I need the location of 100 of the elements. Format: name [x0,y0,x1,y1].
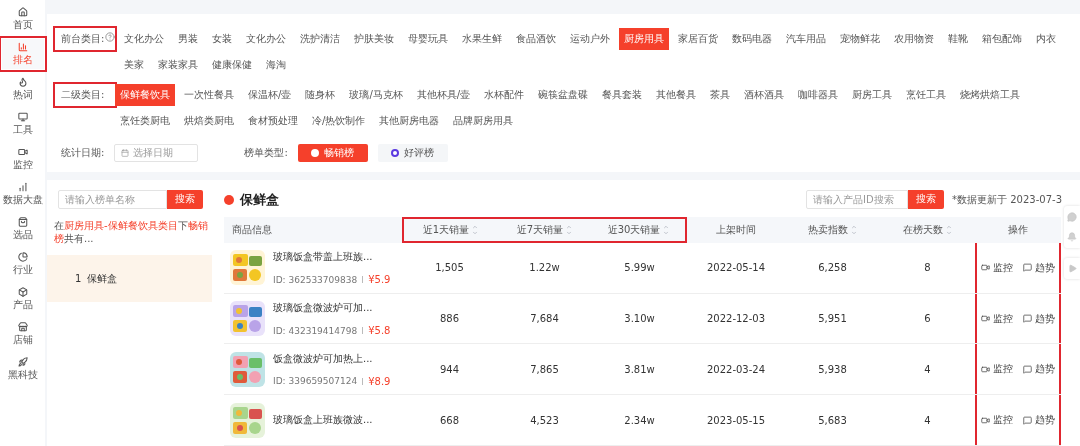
category-chip[interactable]: 厨房用具 [619,28,669,50]
category-chip[interactable]: 冷/热饮制作 [307,110,371,132]
category-chip[interactable]: 茶具 [705,84,736,106]
sort-icon[interactable] [851,224,857,237]
category-chip[interactable]: 碗筷盆盘碟 [533,84,594,106]
category-chip[interactable]: 其他杯具/壶 [411,84,476,106]
category-chip[interactable]: 文化办公 [241,28,291,50]
table-cell-text: 6 [923,313,932,325]
monitor-link[interactable]: 监控 [981,260,1013,275]
category-chip[interactable]: 保温杯/壶 [243,84,297,106]
category-chip[interactable]: 鞋靴 [943,28,973,50]
product-title[interactable]: 玻璃饭盒上班族微波... [273,413,373,428]
product-title[interactable]: 饭盒微波炉可加热上... [273,351,391,366]
sidebar-label: 排名 [12,54,33,66]
help-icon[interactable] [105,32,115,42]
category-chip[interactable]: 男装 [173,28,203,50]
category-chip[interactable]: 咖啡器具 [793,84,844,106]
category-chip[interactable]: 烹饪类厨电 [115,110,175,132]
category-chip[interactable]: 家装家具 [153,54,203,76]
sidebar-label: 店铺 [12,334,33,346]
category-chip[interactable]: 健康保健 [207,54,257,76]
monitor-link[interactable]: 监控 [981,413,1013,428]
table-cell-text: 5,683 [817,414,848,426]
trend-link[interactable]: 趋势 [1023,260,1055,275]
sort-icon[interactable] [946,224,952,237]
search-button[interactable]: 搜索 [167,190,203,209]
category-chip[interactable]: 烧烤烘焙工具 [955,84,1026,106]
category-chip[interactable]: 酒杯酒具 [739,84,790,106]
sidebar-item[interactable]: 数据大盘 [1,179,44,209]
category-chip[interactable]: 女装 [207,28,237,50]
category-chip[interactable]: 餐具套装 [597,84,648,106]
category-chip[interactable]: 其他厨房电器 [374,110,445,132]
ranking-list-item[interactable]: 1 保鲜盒 [47,255,212,302]
sidebar-label: 数据大盘 [2,194,43,206]
category-chip[interactable]: 洗护清洁 [295,28,345,50]
category-chip[interactable]: 厨房工具 [847,84,898,106]
category-chip[interactable]: 烹饪工具 [901,84,952,106]
trend-link[interactable]: 趋势 [1023,362,1055,377]
category-chip[interactable]: 数码电器 [727,28,777,50]
category-chip[interactable]: 一次性餐具 [179,84,239,106]
category-chip[interactable]: 美家 [119,54,149,76]
table-cell-text: 2022-12-03 [705,313,767,325]
sidebar-item[interactable]: 行业 [1,249,44,279]
table-cell-text: 668 [438,414,461,426]
sort-icon[interactable] [566,224,573,237]
category-chip[interactable]: 箱包配饰 [977,28,1027,50]
pie-chart-icon [17,252,28,262]
search-button[interactable]: 搜索 [908,190,945,210]
category-chip[interactable]: 宠物鲜花 [835,28,885,50]
trend-link[interactable]: 趋势 [1023,413,1055,428]
monitor-link[interactable]: 监控 [981,362,1013,377]
table-cell-text: 2.34w [623,414,656,426]
category-chip[interactable]: 水果生鲜 [457,28,507,50]
list-type-button[interactable]: 好评榜 [377,144,448,162]
column-header[interactable]: 热卖指数 [808,223,848,238]
category-chip[interactable]: 农用物资 [889,28,939,50]
category-chip[interactable]: 运动户外 [565,28,615,50]
table-cell-text: 7,684 [529,313,560,325]
product-title[interactable]: 玻璃饭盒微波炉可加... [273,301,391,316]
category-chip[interactable]: 水杯配件 [479,84,530,106]
chat-icon[interactable] [1067,212,1077,222]
sidebar-item[interactable]: 店铺 [1,319,44,349]
category-chip[interactable]: 文化办公 [119,28,169,50]
sidebar-item[interactable]: 监控 [1,144,44,174]
column-header[interactable]: 近7天销量 [516,223,564,238]
category-chip[interactable]: 玻璃/马克杯 [344,84,408,106]
sidebar-item[interactable]: 热词 [1,74,44,104]
category-chip[interactable]: 家居百货 [673,28,723,50]
product-search-field[interactable]: 请输入产品ID搜索 [806,190,909,210]
category-chip[interactable]: 烘焙类厨电 [179,110,239,132]
category-chip[interactable]: 母婴玩具 [403,28,453,50]
category-chip[interactable]: 内衣 [1031,28,1061,50]
category-chip[interactable]: 护肤美妆 [349,28,399,50]
bell-icon[interactable] [1067,232,1077,242]
sort-icon[interactable] [472,224,479,237]
category-chip[interactable]: 汽车用品 [781,28,831,50]
category-chip[interactable]: 海淘 [261,54,291,76]
chat-icon [1023,364,1032,374]
product-title[interactable]: 玻璃饭盒带盖上班族... [273,250,391,265]
column-header[interactable]: 在榜天数 [903,223,943,238]
category-chip[interactable]: 随身杯 [300,84,341,106]
trend-link[interactable]: 趋势 [1023,311,1055,326]
sidebar-item[interactable]: 排名 [1,39,44,69]
category-chip[interactable]: 食材预处理 [243,110,303,132]
product-price: ¥5.9 [368,274,391,286]
sidebar-item[interactable]: 工具 [1,109,44,139]
category-chip[interactable]: 食品酒饮 [511,28,561,50]
sidebar-item[interactable]: 黑科技 [1,354,44,384]
sidebar-label: 首页 [12,19,33,31]
sort-icon[interactable] [663,224,670,237]
category-chip[interactable]: 其他餐具 [651,84,702,106]
sidebar-item[interactable]: 选品 [1,214,44,244]
category-chip[interactable]: 品牌厨房用具 [448,110,519,132]
sidebar-item[interactable]: 首页 [1,4,44,34]
list-search-field[interactable]: 请输入榜单名称 [58,190,167,209]
list-type-button[interactable]: 畅销榜 [297,144,368,162]
monitor-link[interactable]: 监控 [981,311,1013,326]
play-icon[interactable] [1067,264,1077,273]
category-chip[interactable]: 保鲜餐饮具 [115,84,175,106]
sidebar-item[interactable]: 产品 [1,284,44,314]
